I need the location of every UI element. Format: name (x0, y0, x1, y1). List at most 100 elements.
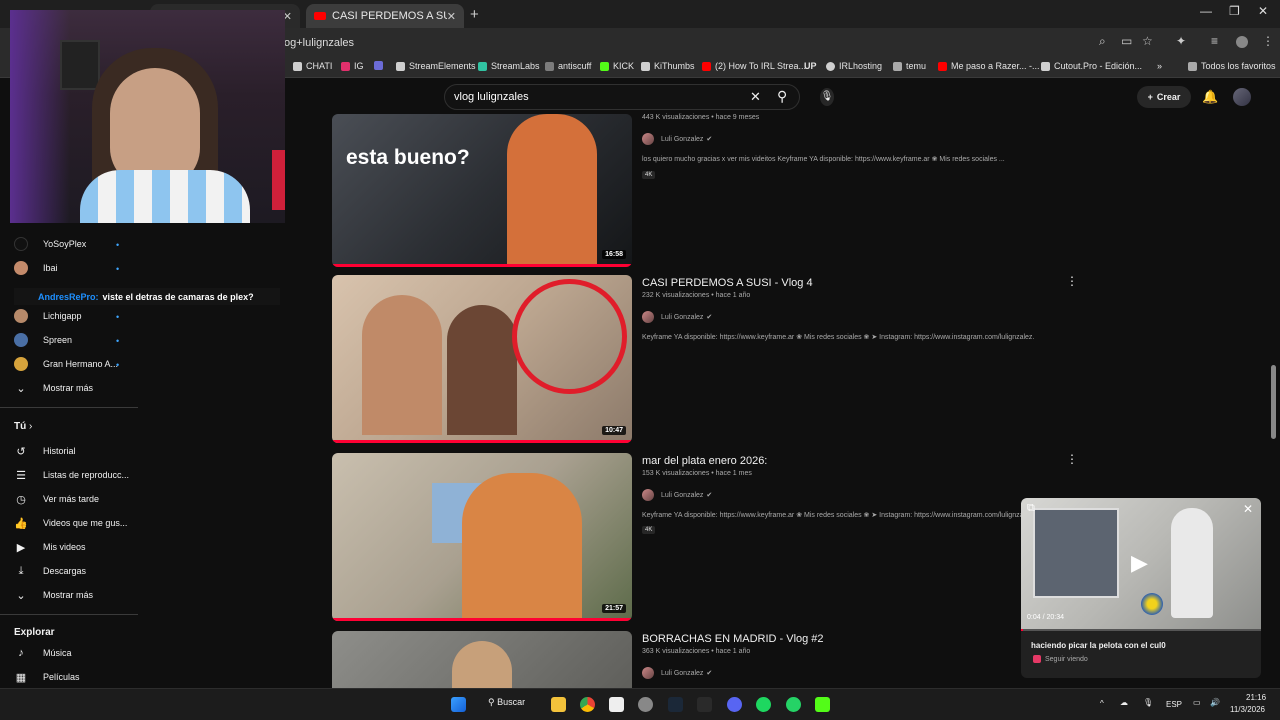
sidebar-item-films[interactable]: ▦ Películas (14, 667, 80, 687)
bookmark-item[interactable] (374, 61, 387, 70)
steam-icon[interactable] (668, 697, 683, 712)
voice-search-icon[interactable]: 🎙 (820, 88, 834, 106)
bookmark-item[interactable]: UP (804, 61, 817, 71)
video-thumbnail[interactable]: esta bueno? 16:58 (332, 114, 632, 267)
sidebar-item-music[interactable]: ♪ Música (14, 643, 71, 663)
all-bookmarks[interactable]: Todos los favoritos (1188, 61, 1276, 71)
maximize-button[interactable]: ❐ (1229, 4, 1240, 18)
clear-search-icon[interactable]: ✕ (750, 89, 761, 105)
microphone-icon[interactable]: 🎙 (1143, 698, 1153, 707)
sidebar-item-playlists[interactable]: ☰ Listas de reproducc... (14, 465, 129, 485)
sidebar-item-historial[interactable]: ↺ Historial (14, 441, 75, 461)
more-actions-icon[interactable]: ⋮ (1066, 274, 1078, 288)
bookmark-item[interactable]: IRLhosting (826, 61, 882, 71)
epic-games-icon[interactable] (697, 697, 712, 712)
close-miniplayer-icon[interactable]: ✕ (1243, 502, 1253, 516)
new-tab-button[interactable]: + (470, 6, 479, 23)
miniplayer-title[interactable]: haciendo picar la pelota con el cul0 (1031, 641, 1166, 650)
kick-icon (600, 61, 609, 71)
film-icon: ▦ (15, 671, 27, 684)
more-actions-icon[interactable]: ⋮ (1066, 452, 1078, 466)
miniplayer-progress[interactable] (1021, 629, 1261, 631)
bookmarks-overflow[interactable]: » (1157, 61, 1162, 71)
volume-icon[interactable]: 🔊 (1210, 698, 1220, 707)
sidebar-item-liked[interactable]: 👍 Videos que me gus... (14, 513, 127, 533)
sidebar-item-lichigapp[interactable]: Lichigapp (14, 306, 82, 326)
sidebar-item-ibai[interactable]: Ibai (14, 258, 58, 278)
section-you[interactable]: Tú › (14, 421, 32, 432)
video-channel[interactable]: Luli Gonzalez ✔ (642, 133, 712, 145)
bookmark-item[interactable]: antiscuff (545, 61, 591, 71)
notifications-bell-icon[interactable]: 🔔 (1202, 89, 1218, 105)
bookmark-item[interactable]: KiThumbs (641, 61, 695, 71)
profile-avatar[interactable] (1236, 36, 1248, 48)
video-thumbnail[interactable]: 21:57 (332, 453, 632, 621)
video-channel[interactable]: Luli Gonzalez ✔ (642, 311, 712, 323)
account-avatar[interactable] (1233, 88, 1251, 106)
bookmark-item[interactable]: Cutout.Pro - Edición... (1041, 61, 1142, 71)
extensions-icon[interactable]: ✦ (1176, 34, 1186, 48)
obs-icon[interactable] (638, 697, 653, 712)
tab-search-icon[interactable]: ≡ (1211, 34, 1218, 48)
chat-message-overlay: AndresRePro: viste el detras de camaras … (14, 288, 280, 305)
capcut-icon[interactable] (609, 697, 624, 712)
create-button[interactable]: + Crear (1137, 86, 1191, 108)
cast-icon[interactable]: ▭ (1121, 34, 1132, 48)
search-icon[interactable]: ⚲ (777, 88, 787, 105)
browser-tab-active[interactable]: CASI PERDEMOS A SUSI - Vlog ✕ (306, 4, 464, 28)
bookmark-item[interactable]: CHATI (293, 61, 332, 71)
close-window-button[interactable]: ✕ (1258, 4, 1268, 18)
spotify-icon[interactable] (756, 697, 771, 712)
clock-time[interactable]: 21:16 (1246, 693, 1266, 702)
sidebar-item-spreen[interactable]: Spreen (14, 330, 72, 350)
close-tab-icon[interactable]: ✕ (447, 10, 456, 23)
whatsapp-icon[interactable] (786, 697, 801, 712)
chrome-icon[interactable] (580, 697, 595, 712)
network-icon[interactable]: ▭ (1193, 698, 1201, 707)
clock-date[interactable]: 11/3/2026 (1230, 705, 1265, 714)
video-title[interactable]: BORRACHAS EN MADRID - Vlog #2 (642, 633, 824, 645)
video-thumbnail[interactable]: 10:47 (332, 275, 632, 443)
discord-icon[interactable] (727, 697, 742, 712)
avatar (14, 309, 28, 323)
minimize-button[interactable]: — (1200, 4, 1212, 18)
sidebar-item-yosoyplex[interactable]: YoSoyPlex (14, 234, 86, 254)
bookmark-item[interactable]: StreamLabs (478, 61, 540, 71)
video-thumbnail[interactable] (332, 631, 632, 688)
sidebar-item-my-videos[interactable]: ▶ Mis videos (14, 537, 86, 557)
show-more-button[interactable]: ⌄ Mostrar más (14, 585, 93, 605)
page-scrollbar[interactable] (1271, 365, 1276, 439)
video-channel[interactable]: Luli Gonzalez ✔ (642, 667, 712, 679)
bookmark-item[interactable]: StreamElements (396, 61, 476, 71)
video-title[interactable]: mar del plata enero 2026: (642, 455, 767, 467)
taskbar-search[interactable]: ⚲ Buscar (488, 697, 525, 708)
file-explorer-icon[interactable] (551, 697, 566, 712)
play-icon[interactable]: ▶ (1131, 550, 1148, 576)
menu-kebab-icon[interactable]: ⋮ (1262, 34, 1274, 48)
search-input[interactable]: vlog lulignzales (454, 91, 529, 103)
bookmark-star-icon[interactable]: ☆ (1142, 34, 1153, 48)
chevron-down-icon: ⌄ (16, 382, 26, 395)
kick-icon[interactable] (815, 697, 830, 712)
bookmark-item[interactable]: temu (893, 61, 926, 71)
sidebar-item-watch-later[interactable]: ◷ Ver más tarde (14, 489, 99, 509)
expand-miniplayer-icon[interactable]: ⧉ (1027, 502, 1035, 515)
onedrive-icon[interactable]: ☁ (1120, 698, 1128, 707)
show-more-button[interactable]: ⌄ Mostrar más (14, 378, 93, 398)
bookmark-item[interactable]: IG (341, 61, 364, 71)
language-indicator[interactable]: ESP (1166, 700, 1182, 709)
my-videos-icon: ▶ (16, 541, 26, 554)
windows-start-icon[interactable] (451, 697, 466, 712)
miniplayer-video[interactable]: ▶ ⧉ ✕ 0:04 / 20:34 (1021, 498, 1261, 631)
bookmark-item[interactable]: Me paso a Razer... -... (938, 61, 1040, 71)
bookmark-item[interactable]: KICK (600, 61, 634, 71)
url-input[interactable]: og+lulignzales (284, 37, 354, 49)
miniplayer[interactable]: ▶ ⧉ ✕ 0:04 / 20:34 haciendo picar la pel… (1021, 498, 1261, 678)
video-title[interactable]: CASI PERDEMOS A SUSI - Vlog 4 (642, 277, 813, 289)
sidebar-item-downloads[interactable]: ⤓ Descargas (14, 561, 86, 581)
video-channel[interactable]: Luli Gonzalez ✔ (642, 489, 712, 501)
zoom-icon[interactable]: ⌕ (1099, 34, 1106, 49)
sidebar-item-gran-hermano[interactable]: Gran Hermano A... (14, 354, 118, 374)
tray-overflow-icon[interactable]: ^ (1100, 699, 1104, 708)
bookmark-item[interactable]: (2) How To IRL Strea... (702, 61, 806, 71)
